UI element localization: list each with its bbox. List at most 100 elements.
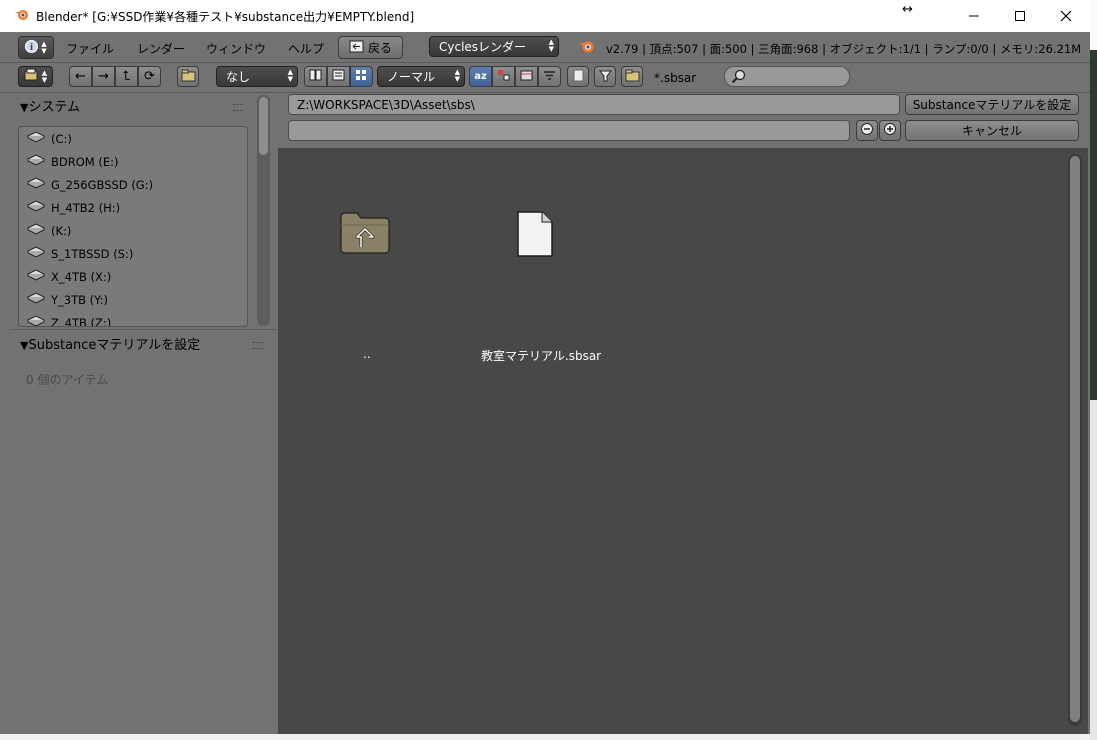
create-directory-button[interactable] xyxy=(177,66,199,87)
updown-arrows-icon: ▲ ▼ xyxy=(41,68,48,84)
parent-directory-button[interactable]: ⮤ xyxy=(115,66,138,87)
window-titlebar: Blender* [G:¥SSD作業¥各種テスト¥substance出力¥EMP… xyxy=(0,0,1090,33)
menu-window[interactable]: ウィンドウ xyxy=(206,40,266,57)
sort-size-button[interactable] xyxy=(538,66,561,87)
system-panel-title: システム xyxy=(28,100,81,115)
list-item[interactable]: X_4TB (X:) xyxy=(19,265,247,288)
disk-drive-icon xyxy=(26,292,51,307)
file-area: .. 教室マテリアル.sbsar xyxy=(278,148,1088,734)
operator-panel-header[interactable]: ▼Substanceマテリアルを設定 xyxy=(20,334,200,353)
refresh-button[interactable]: ⟳ xyxy=(138,66,161,87)
menu-file[interactable]: ファイル xyxy=(66,40,114,57)
panel-grip-icon[interactable] xyxy=(233,104,243,111)
sort-alpha-button[interactable]: az xyxy=(469,66,492,87)
list-item[interactable]: S_1TBSSD (S:) xyxy=(19,242,247,265)
background-window-edge xyxy=(1090,0,1097,740)
cancel-label: キャンセル xyxy=(961,124,1022,138)
show-hidden-button[interactable] xyxy=(567,66,589,87)
drive-label: G_256GBSSD (G:) xyxy=(51,177,154,192)
updown-arrows-icon: ▲ ▼ xyxy=(454,68,460,83)
system-panel-header[interactable]: ▼システム xyxy=(20,96,80,115)
drive-label: Y_3TB (Y:) xyxy=(51,292,109,307)
menu-render[interactable]: レンダー xyxy=(137,40,185,57)
long-list-icon xyxy=(332,69,345,85)
sort-time-button[interactable] xyxy=(515,66,538,87)
confirm-label: Substanceマテリアルを設定 xyxy=(912,98,1072,112)
list-item[interactable]: BDROM (E:) xyxy=(19,150,247,173)
folder-icon xyxy=(625,69,640,85)
editor-type-button[interactable]: i ▲ ▼ xyxy=(18,36,54,59)
list-item[interactable]: G_256GBSSD (G:) xyxy=(19,173,247,196)
arrow-right-icon: → xyxy=(98,69,109,84)
parent-folder-icon xyxy=(339,211,391,258)
drive-list-scrollbar[interactable] xyxy=(257,95,270,326)
empty-items-text: 0 個のアイテム xyxy=(26,373,109,387)
background-window-lower xyxy=(1090,400,1097,740)
decrement-button[interactable] xyxy=(856,120,878,141)
drive-label: S_1TBSSD (S:) xyxy=(51,246,134,261)
disk-drive-icon xyxy=(26,246,51,261)
updown-arrows-icon: ▲ ▼ xyxy=(41,39,47,55)
parent-arrow-icon: ⮤ xyxy=(122,69,131,84)
drive-list: (C:) BDROM (E:) G_256GBSSD (G:) H_4TB2 (… xyxy=(18,126,248,327)
drive-label: H_4TB2 (H:) xyxy=(51,200,121,215)
menu-help[interactable]: ヘルプ xyxy=(288,40,324,57)
filter-glob-text: *.sbsar xyxy=(654,71,697,85)
back-icon xyxy=(349,40,364,56)
editor-type-button[interactable]: ▲ ▼ xyxy=(18,66,53,87)
list-item[interactable]: (C:) xyxy=(19,127,247,150)
maximize-button[interactable] xyxy=(997,0,1043,32)
scrollbar-thumb[interactable] xyxy=(1070,156,1080,722)
sort-extension-button[interactable] xyxy=(492,66,515,87)
list-item[interactable]: (K:) xyxy=(19,219,247,242)
list-item[interactable]: Z_4TB (Z:) xyxy=(19,311,247,326)
display-short-list-button[interactable] xyxy=(304,66,327,87)
search-input[interactable] xyxy=(724,66,850,87)
panel-grip-icon[interactable] xyxy=(253,342,263,349)
filename-field[interactable] xyxy=(288,120,850,141)
path-bar: Z:\WORKSPACE\3D\Asset\sbs\ Substanceマテリア… xyxy=(278,93,1090,145)
parent-directory-item[interactable] xyxy=(339,211,391,258)
file-browser-toolbar: ▲ ▼ ← → ⮤ ⟳ なし ▲ ▼ ノーマル ▲ ▼ az *.sbsar xyxy=(0,63,1090,93)
disk-drive-icon xyxy=(26,269,51,284)
confirm-button[interactable]: Substanceマテリアルを設定 xyxy=(905,94,1079,115)
filter-button[interactable] xyxy=(594,66,616,87)
file-item[interactable] xyxy=(516,210,554,261)
list-item[interactable]: Y_3TB (Y:) xyxy=(19,288,247,311)
drive-label: (C:) xyxy=(51,131,72,146)
directory-field[interactable]: Z:\WORKSPACE\3D\Asset\sbs\ xyxy=(288,94,900,115)
list-item[interactable]: H_4TB2 (H:) xyxy=(19,196,247,219)
disk-drive-icon xyxy=(26,315,51,326)
filter-folder-button[interactable] xyxy=(621,66,643,87)
svg-text:i: i xyxy=(30,43,33,53)
filter-icon xyxy=(598,69,612,85)
sort-alpha-icon: az xyxy=(474,71,487,82)
nav-forward-button[interactable]: → xyxy=(92,66,115,87)
cancel-button[interactable]: キャンセル xyxy=(905,120,1079,141)
navigation-buttons: ← → ⮤ ⟳ xyxy=(69,66,161,87)
file-area-scrollbar[interactable] xyxy=(1068,154,1082,726)
recursion-select[interactable]: なし ▲ ▼ xyxy=(216,66,298,87)
thumbnail-size-value: ノーマル xyxy=(387,70,436,84)
scene-stats: v2.79 | 頂点:507 | 面:500 | 三角面:968 | オブジェク… xyxy=(606,42,1086,56)
file-label: 教室マテリアル.sbsar xyxy=(481,349,602,363)
thumbnail-size-select[interactable]: ノーマル ▲ ▼ xyxy=(377,66,465,87)
sort-time-icon xyxy=(520,69,533,85)
render-engine-select[interactable]: Cyclesレンダー ▲ ▼ xyxy=(429,36,559,57)
left-sidebar: ▼システム (C:) BDROM (E:) G_256GBSSD (G:) H_… xyxy=(0,93,277,734)
nav-back-button[interactable]: ← xyxy=(69,66,92,87)
new-folder-icon xyxy=(181,69,196,85)
minimize-button[interactable] xyxy=(951,0,997,32)
disk-drive-icon xyxy=(26,223,51,238)
sort-buttons: az xyxy=(469,66,561,87)
blender-logo-icon xyxy=(578,38,596,57)
disk-drive-icon xyxy=(26,177,51,192)
info-header: i ▲ ▼ ファイル レンダー ウィンドウ ヘルプ 戻る Cyclesレンダー ▲… xyxy=(0,32,1090,63)
display-long-list-button[interactable] xyxy=(327,66,350,87)
display-thumbnails-button[interactable] xyxy=(350,66,373,87)
close-button[interactable] xyxy=(1043,0,1089,32)
scrollbar-thumb[interactable] xyxy=(259,97,268,155)
increment-button[interactable] xyxy=(879,120,901,141)
back-button[interactable]: 戻る xyxy=(338,36,403,59)
minus-icon xyxy=(861,123,873,138)
